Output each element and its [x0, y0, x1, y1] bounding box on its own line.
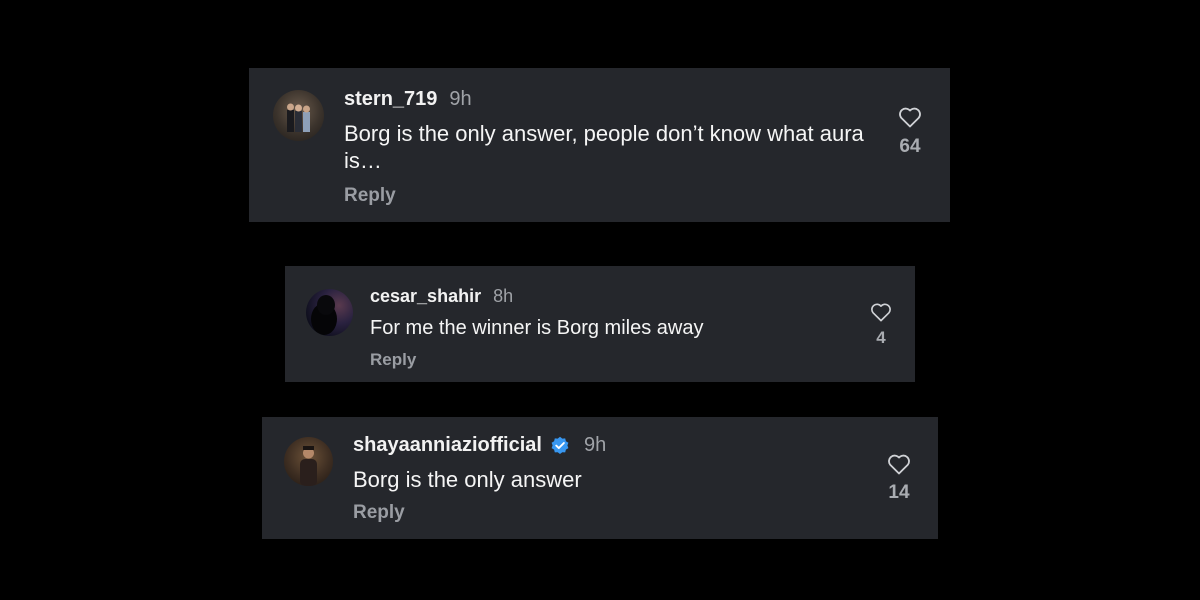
comment-card: stern_719 9h Borg is the only answer, pe…: [249, 68, 950, 222]
username[interactable]: stern_719: [344, 88, 437, 111]
comment-header: cesar_shahir 8h: [370, 286, 513, 307]
timestamp: 9h: [583, 434, 607, 456]
like-control: 14: [878, 453, 920, 504]
avatar[interactable]: [273, 90, 324, 141]
comment-text: Borg is the only answer: [353, 467, 582, 492]
reply-button[interactable]: Reply: [370, 350, 416, 370]
comment-card: cesar_shahir 8h For me the winner is Bor…: [285, 266, 915, 382]
timestamp: 8h: [493, 286, 514, 306]
reply-button[interactable]: Reply: [344, 185, 396, 207]
heart-icon[interactable]: [887, 453, 911, 475]
like-count: 14: [888, 482, 910, 503]
heart-icon[interactable]: [898, 106, 922, 128]
avatar[interactable]: [306, 289, 353, 336]
comment-text: For me the winner is Borg miles away: [370, 317, 704, 339]
comment-header: shayaanniaziofficial 9h: [353, 434, 606, 457]
like-control: 4: [861, 302, 901, 348]
verified-badge-icon: [551, 436, 569, 454]
like-count: 64: [899, 136, 921, 157]
comment-card: shayaanniaziofficial 9h Borg is the only…: [262, 417, 938, 539]
heart-icon[interactable]: [870, 302, 892, 322]
like-count: 4: [876, 328, 886, 347]
comment-text: Borg is the only answer, people don’t kn…: [344, 121, 864, 173]
like-control: 64: [889, 106, 931, 158]
username[interactable]: cesar_shahir: [370, 286, 481, 307]
avatar[interactable]: [284, 437, 333, 486]
comment-header: stern_719 9h: [344, 88, 472, 111]
reply-button[interactable]: Reply: [353, 502, 405, 524]
timestamp: 9h: [449, 88, 472, 110]
username[interactable]: shayaanniaziofficial: [353, 434, 542, 457]
